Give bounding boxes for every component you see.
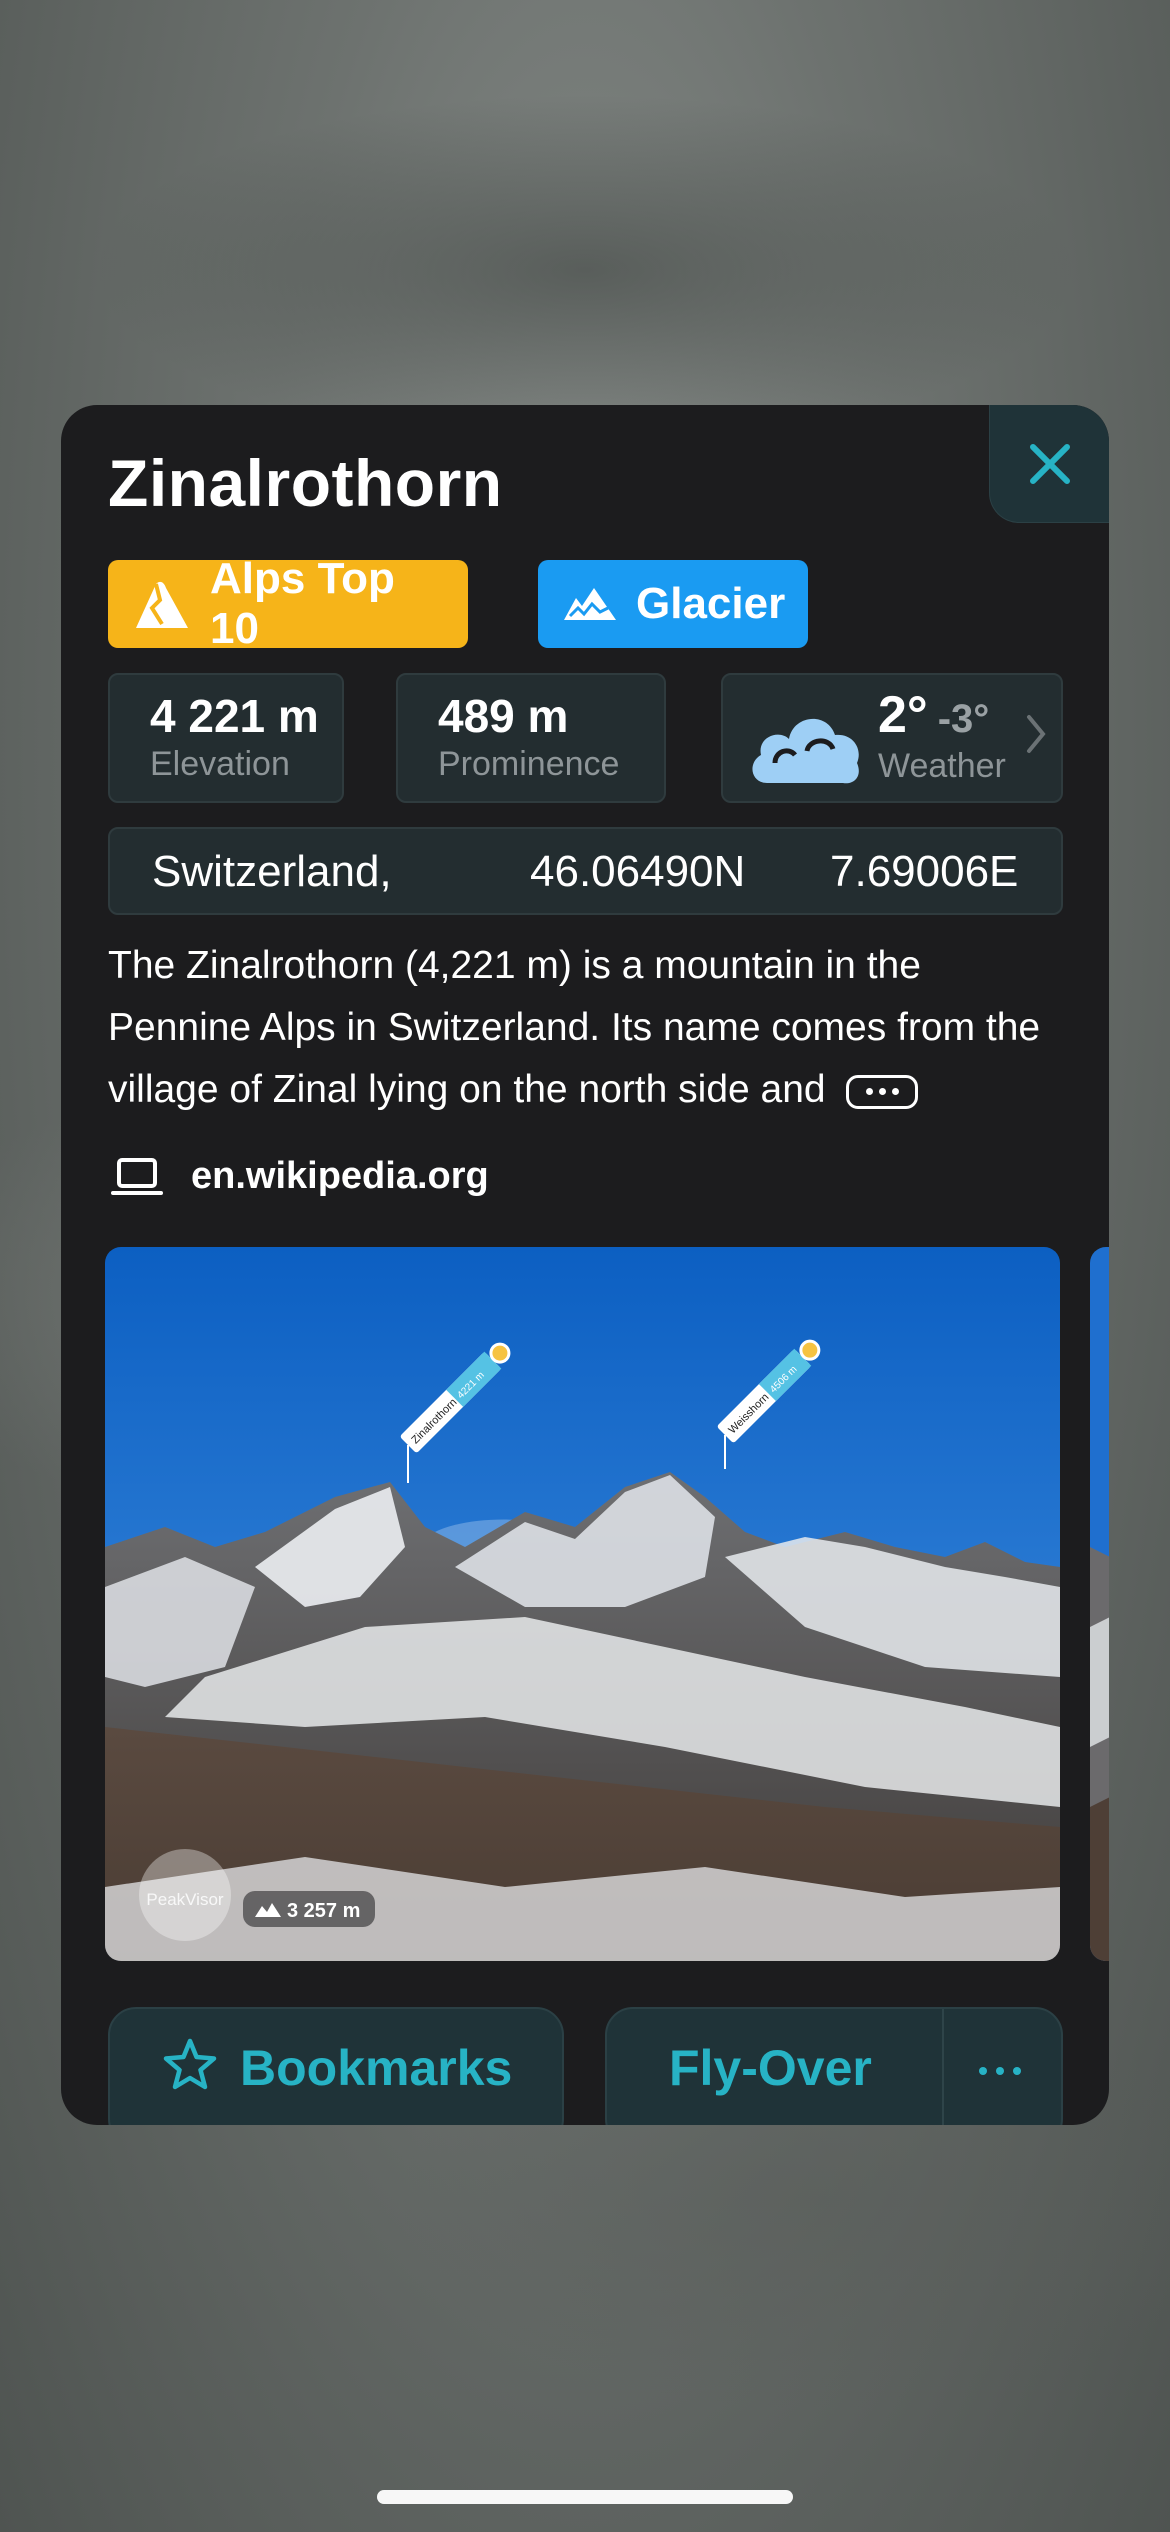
peakvisor-watermark: PeakVisor [139, 1849, 231, 1941]
weather-stat[interactable]: 2° -3° Weather [721, 673, 1063, 803]
weather-label: Weather [878, 747, 1006, 785]
prominence-value: 489 m [438, 690, 569, 742]
tag-label: Glacier [636, 579, 786, 628]
elevation-value: 4 221 m [150, 690, 319, 742]
elevation-label: Elevation [150, 745, 290, 783]
location-row[interactable]: Switzerland, 46.06490N 7.69006E [108, 827, 1063, 915]
flyover-label: Fly-Over [669, 2040, 872, 2096]
watermark-text: PeakVisor [146, 1890, 224, 1909]
star-icon [163, 2038, 217, 2090]
tag-glacier[interactable]: Glacier [538, 560, 808, 648]
tag-alps-top-10[interactable]: Alps Top 10 [108, 554, 468, 653]
description-block: The Zinalrothorn (4,221 m) is a mountain… [108, 935, 1068, 1121]
location-latitude: 46.06490N [530, 847, 746, 896]
peak-info-card: Zinalrothorn Alps Top 10 Glacier 4 221 m… [61, 405, 1109, 2125]
location-country: Switzerland, [152, 847, 392, 896]
next-photo-peek[interactable] [1090, 1247, 1109, 1961]
glacier-icon [562, 586, 618, 622]
weather-temps: 2° -3° [878, 685, 989, 745]
temp-low: -3° [937, 697, 990, 741]
flyover-button[interactable]: Fly-Over [605, 2007, 1063, 2125]
wikipedia-link[interactable]: en.wikipedia.org [111, 1155, 489, 1198]
peak-title: Zinalrothorn [108, 446, 503, 520]
location-longitude: 7.69006E [830, 847, 1019, 896]
wikipedia-link-text: en.wikipedia.org [191, 1155, 489, 1197]
prominence-label: Prominence [438, 745, 620, 783]
viewpoint-elev-text: 3 257 m [287, 1900, 360, 1922]
tag-label: Alps Top 10 [210, 554, 395, 653]
prominence-stat[interactable]: 489 m Prominence [396, 673, 666, 803]
temp-high: 2° [878, 686, 928, 744]
close-icon [1029, 443, 1070, 484]
viewpoint-elevation-badge: 3 257 m [243, 1891, 375, 1927]
cloud-icon [752, 718, 859, 784]
bookmarks-label: Bookmarks [240, 2040, 513, 2096]
more-options-icon[interactable] [979, 2039, 1021, 2075]
home-indicator[interactable] [377, 2490, 793, 2504]
button-divider [942, 2009, 944, 2125]
mountain-peak-icon [132, 578, 192, 630]
chevron-right-icon [1027, 715, 1046, 753]
bookmarks-button[interactable]: Bookmarks [108, 2007, 564, 2125]
elevation-stat[interactable]: 4 221 m Elevation [108, 673, 344, 803]
more-text-button[interactable] [846, 1074, 919, 1109]
laptop-icon [111, 1157, 163, 1195]
peak-photo[interactable]: Zinalrothorn 4221 m Weisshorn 4506 m Pea… [105, 1247, 1060, 1961]
close-button[interactable] [989, 405, 1109, 523]
